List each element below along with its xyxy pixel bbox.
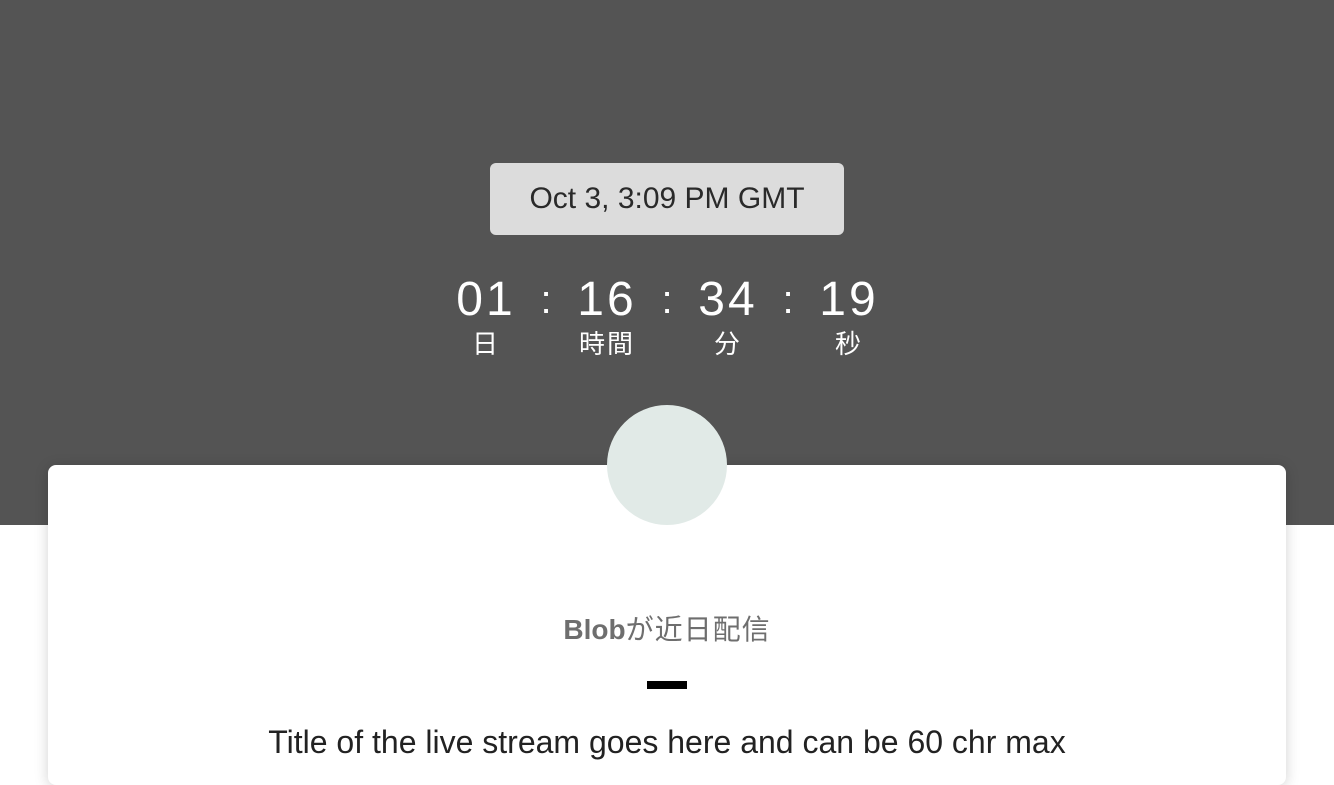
countdown-minutes-value: 34 xyxy=(698,273,758,326)
countdown-seconds-value: 19 xyxy=(819,273,879,326)
scheduled-date-badge: Oct 3, 3:09 PM GMT xyxy=(490,163,844,235)
title-divider xyxy=(647,681,687,689)
upcoming-stream-suffix: が近日配信 xyxy=(625,613,771,646)
countdown-seconds-label: 秒 xyxy=(834,330,863,360)
channel-name[interactable]: Blob xyxy=(563,614,625,645)
scheduled-date-label: Oct 3, 3:09 PM GMT xyxy=(529,182,805,215)
countdown-minutes-label: 分 xyxy=(713,330,742,360)
countdown-minutes: 34 分 xyxy=(668,270,788,360)
countdown-timer: 01 日 : 16 時間 : 34 分 : 19 秒 xyxy=(0,270,1334,370)
countdown-hours-value: 16 xyxy=(577,273,637,326)
countdown-hours-label: 時間 xyxy=(578,330,635,360)
countdown-seconds: 19 秒 xyxy=(789,270,909,360)
countdown-hours: 16 時間 xyxy=(547,270,667,360)
countdown-days-value: 01 xyxy=(456,273,516,326)
countdown-days: 01 日 xyxy=(426,270,546,360)
channel-upcoming-label: Blobが近日配信 xyxy=(0,608,1334,648)
stream-title: Title of the live stream goes here and c… xyxy=(268,724,1066,760)
countdown-days-label: 日 xyxy=(471,330,500,360)
channel-avatar[interactable] xyxy=(607,405,727,525)
